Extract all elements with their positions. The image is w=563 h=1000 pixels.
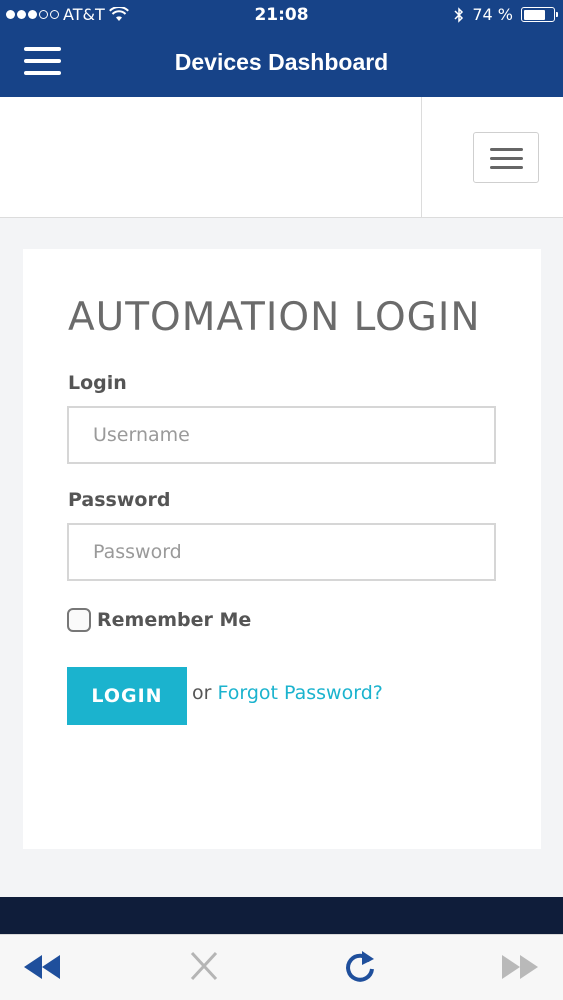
- remember-me-label: Remember Me: [97, 609, 252, 631]
- or-text: or: [192, 682, 212, 704]
- password-input[interactable]: [67, 523, 496, 581]
- page-footer: [0, 897, 563, 934]
- hamburger-menu-icon: [490, 148, 523, 151]
- browser-toolbar: [0, 934, 563, 1000]
- forgot-password-row: or Forgot Password?: [192, 682, 383, 704]
- login-button[interactable]: LOGIN: [67, 667, 187, 725]
- rewind-icon[interactable]: [22, 949, 62, 985]
- close-icon[interactable]: [184, 949, 224, 985]
- fast-forward-icon[interactable]: [500, 949, 540, 985]
- remember-me-toggle[interactable]: Remember Me: [67, 608, 251, 632]
- login-label: Login: [68, 372, 127, 394]
- nav-toggle-button[interactable]: [473, 132, 539, 183]
- username-input[interactable]: [67, 406, 496, 464]
- reload-icon[interactable]: [340, 949, 380, 985]
- login-card: AUTOMATION LOGIN Login Password Remember…: [23, 249, 541, 849]
- battery-percent: 74 %: [472, 5, 513, 24]
- password-label: Password: [68, 489, 171, 511]
- app-bar: AT&T 21:08 74 % Devices Dashboard: [0, 0, 563, 97]
- forgot-password-link[interactable]: Forgot Password?: [217, 682, 382, 704]
- remember-me-checkbox[interactable]: [67, 608, 91, 632]
- bluetooth-icon: [454, 6, 464, 23]
- app-title: Devices Dashboard: [174, 49, 389, 75]
- header-divider: [421, 97, 422, 218]
- page-title: AUTOMATION LOGIN: [68, 295, 481, 340]
- battery-icon: [521, 7, 558, 22]
- site-header: [0, 97, 563, 218]
- status-bar: AT&T 21:08 74 %: [0, 0, 563, 32]
